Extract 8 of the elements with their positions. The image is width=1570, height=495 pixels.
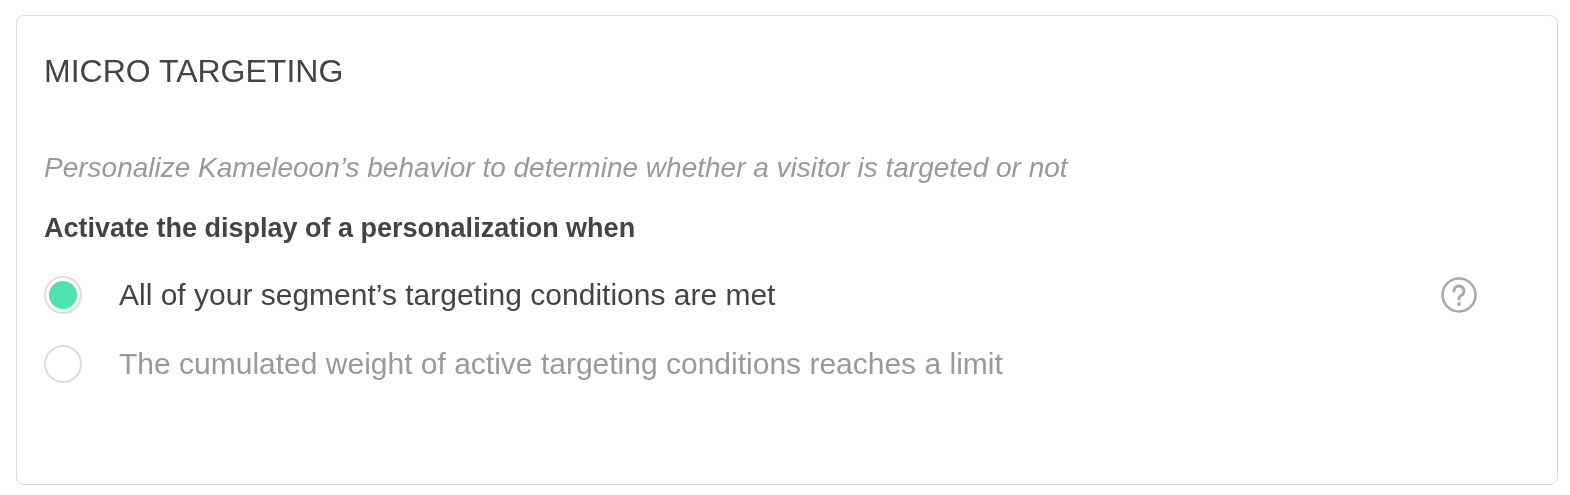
option-label: The cumulated weight of active targeting conditions reaches a limit [119,346,1003,382]
help-icon[interactable] [1441,277,1477,313]
section-title: MICRO TARGETING [44,52,345,90]
option-label: All of your segment’s targeting conditions are met [119,277,776,313]
question-label: Activate the display of a personalization when [44,212,637,244]
description: Personalize Kameleoon’s behavior to determine whether a visitor is targeted or not [44,152,1070,184]
radio-button[interactable] [44,345,82,383]
radio-button[interactable] [44,276,82,314]
